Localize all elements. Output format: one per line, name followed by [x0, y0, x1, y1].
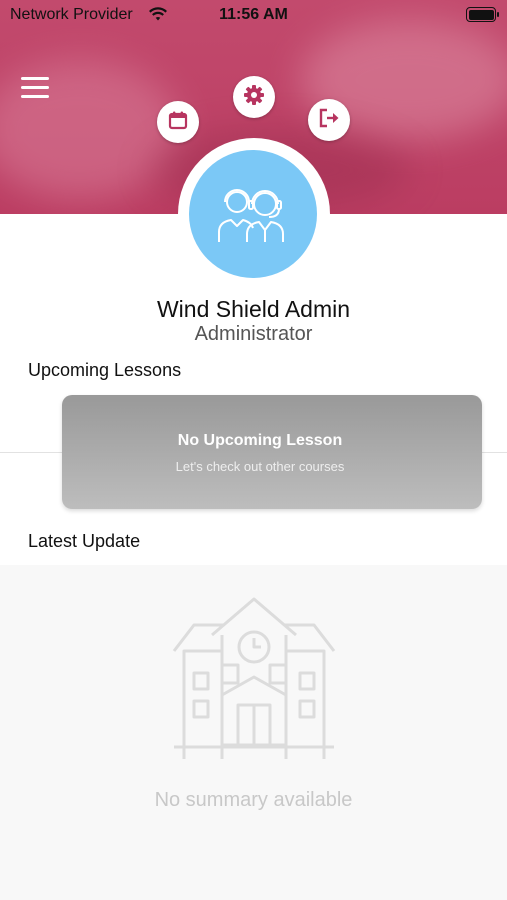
settings-button[interactable]	[233, 76, 275, 118]
no-summary-text: No summary available	[154, 789, 353, 811]
status-bar: Network Provider 11:56 AM	[0, 0, 507, 30]
gear-icon	[243, 84, 265, 111]
calendar-button[interactable]	[157, 101, 199, 143]
empty-lesson-subtitle: Let's check out other courses	[175, 459, 345, 474]
calendar-icon	[168, 110, 188, 135]
hamburger-menu-icon[interactable]	[21, 77, 49, 101]
profile-role: Administrator	[194, 323, 313, 345]
support-agents-icon	[205, 180, 301, 249]
battery-icon	[466, 7, 499, 22]
no-upcoming-lesson-card[interactable]: No Upcoming Lesson Let's check out other…	[62, 395, 482, 509]
logout-icon	[318, 108, 340, 133]
profile-name: Wind Shield Admin	[156, 296, 351, 322]
empty-lesson-title: No Upcoming Lesson	[177, 432, 343, 449]
school-building-icon	[172, 595, 336, 775]
clock: 11:56 AM	[219, 6, 288, 23]
latest-update-panel: No summary available	[0, 565, 507, 900]
latest-update-title: Latest Update	[28, 531, 141, 551]
avatar	[189, 150, 317, 278]
upcoming-lessons-title: Upcoming Lessons	[28, 360, 182, 380]
logout-button[interactable]	[308, 99, 350, 141]
